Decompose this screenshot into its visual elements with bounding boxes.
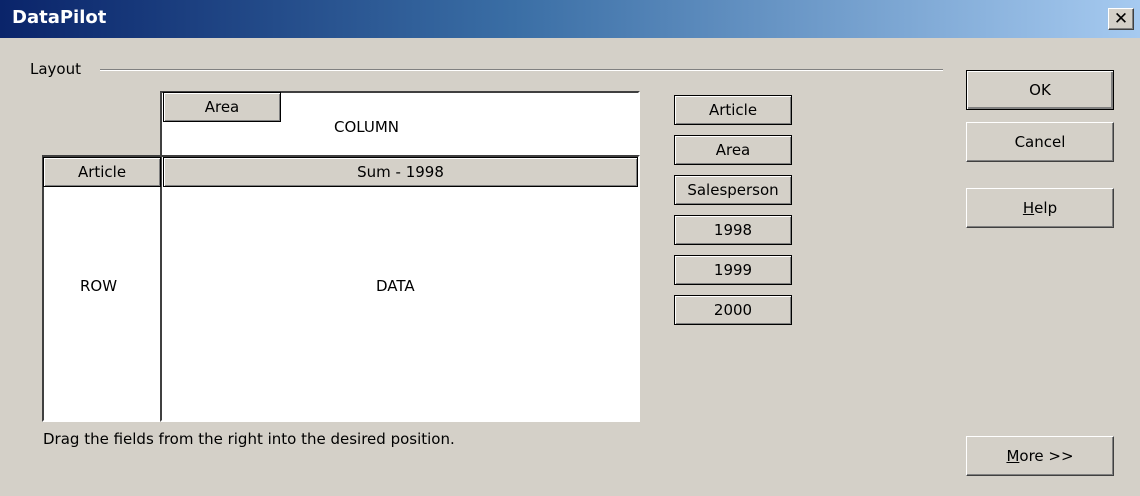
- field-label: 2000: [713, 301, 753, 319]
- data-drop-zone[interactable]: DATA: [160, 155, 640, 422]
- available-field-2000[interactable]: 2000: [674, 295, 792, 325]
- row-zone-label: ROW: [80, 277, 118, 295]
- more-button[interactable]: More >>: [966, 436, 1114, 476]
- data-field-sum-1998[interactable]: Sum - 1998: [163, 157, 638, 187]
- cancel-button[interactable]: Cancel: [966, 122, 1114, 162]
- window-title: DataPilot: [12, 7, 107, 28]
- help-button-label: Help: [1023, 199, 1057, 217]
- help-label-rest: elp: [1034, 199, 1058, 217]
- field-label: Article: [708, 101, 758, 119]
- help-accelerator: H: [1022, 199, 1035, 217]
- layout-group-label: Layout: [30, 60, 81, 78]
- close-icon: ✕: [1113, 8, 1129, 29]
- field-label: 1998: [713, 221, 753, 239]
- available-field-1999[interactable]: 1999: [674, 255, 792, 285]
- close-button[interactable]: ✕: [1108, 8, 1134, 30]
- available-field-article[interactable]: Article: [674, 95, 792, 125]
- available-field-area[interactable]: Area: [674, 135, 792, 165]
- field-label: Salesperson: [687, 181, 779, 199]
- field-label: 1999: [713, 261, 753, 279]
- field-label: Article: [77, 163, 127, 181]
- title-bar[interactable]: DataPilot ✕: [0, 0, 1140, 38]
- more-accelerator: M: [1006, 447, 1020, 465]
- available-field-1998[interactable]: 1998: [674, 215, 792, 245]
- drag-hint-text: Drag the fields from the right into the …: [43, 430, 455, 448]
- datapilot-dialog: DataPilot ✕ Layout COLUMN ROW DATA Area …: [0, 0, 1140, 496]
- row-field-article[interactable]: Article: [43, 157, 161, 187]
- field-label: Sum - 1998: [357, 163, 444, 181]
- data-zone-label: DATA: [376, 277, 415, 295]
- column-zone-label: COLUMN: [334, 118, 400, 136]
- more-button-label: More >>: [1006, 447, 1073, 465]
- field-label: Area: [204, 98, 240, 116]
- available-field-salesperson[interactable]: Salesperson: [674, 175, 792, 205]
- layout-group-divider: [100, 69, 943, 71]
- more-label-rest: ore >>: [1019, 447, 1074, 465]
- help-button[interactable]: Help: [966, 188, 1114, 228]
- column-field-area[interactable]: Area: [163, 92, 281, 122]
- row-drop-zone[interactable]: ROW: [42, 155, 164, 422]
- ok-button[interactable]: OK: [966, 70, 1114, 110]
- cancel-button-label: Cancel: [1014, 133, 1066, 151]
- ok-button-label: OK: [1029, 81, 1051, 99]
- field-label: Area: [715, 141, 751, 159]
